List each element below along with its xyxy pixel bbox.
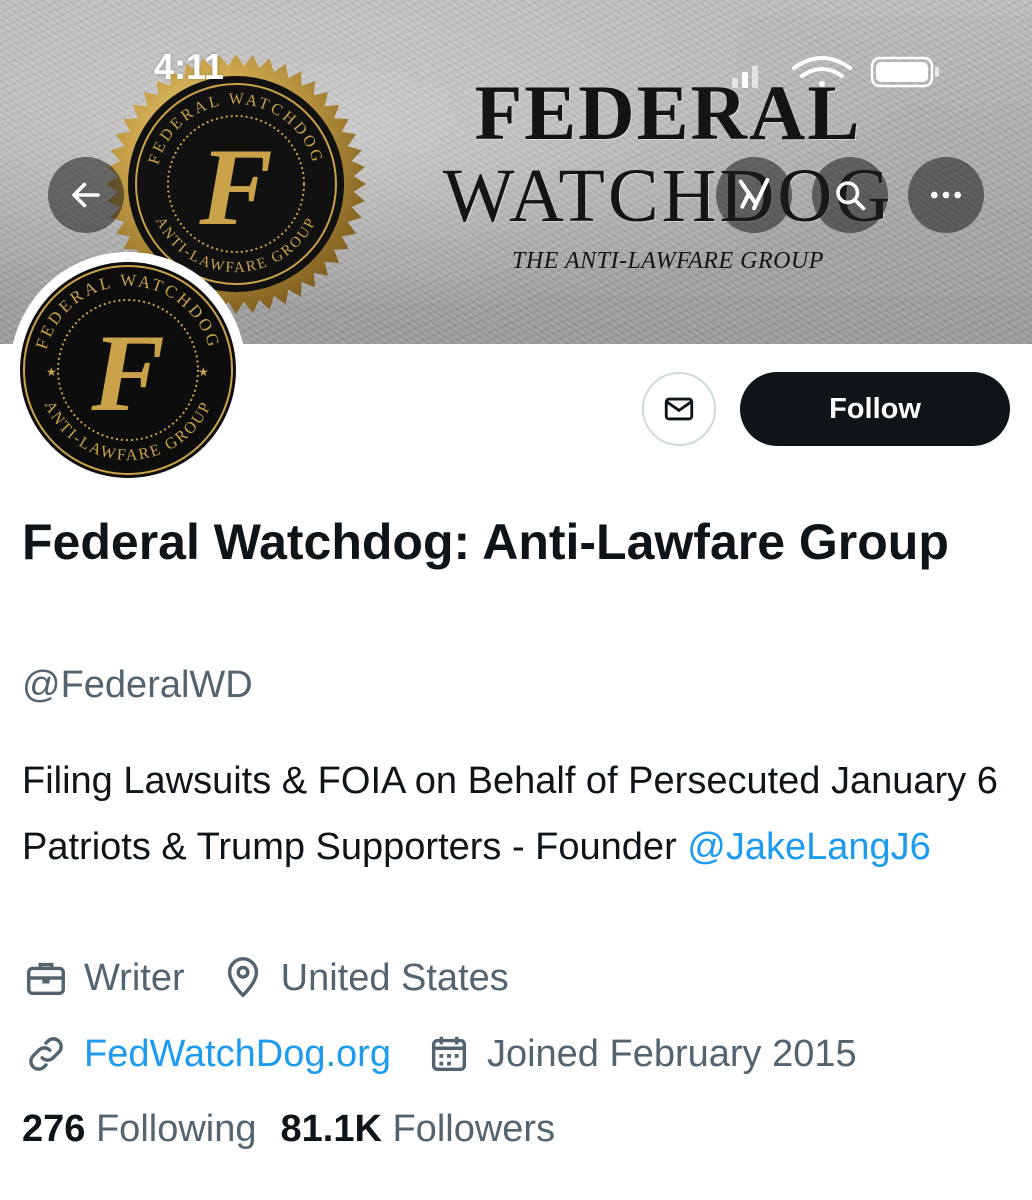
- more-button[interactable]: [908, 157, 984, 233]
- following-link[interactable]: 276 Following: [22, 1108, 257, 1150]
- envelope-icon: [664, 397, 694, 421]
- status-icons: [732, 56, 939, 88]
- wifi-icon: [792, 56, 852, 87]
- avatar[interactable]: FEDERAL WATCHDOG ANTI-LAWFARE GROUP ★ ★ …: [10, 252, 246, 488]
- followers-link[interactable]: 81.1K Followers: [281, 1108, 556, 1150]
- profile-meta-row-2: FedWatchDog.org Joined February 2015: [22, 1030, 857, 1078]
- follow-stats: 276 Following 81.1K Followers: [22, 1108, 555, 1151]
- following-count: 276: [22, 1108, 86, 1150]
- profile-meta-row-1: Writer United States: [22, 954, 509, 1002]
- svg-text:★: ★: [198, 365, 209, 379]
- profile-category: Writer: [84, 956, 185, 999]
- banner-seal-letter: F: [198, 126, 272, 248]
- banner-subtitle: THE ANTI-LAWFARE GROUP: [512, 248, 824, 274]
- bio-mention-link[interactable]: @JakeLangJ6: [687, 826, 931, 868]
- grok-icon: [738, 178, 770, 211]
- profile-joined-date: Joined February 2015: [486, 1032, 857, 1075]
- search-icon: [836, 181, 866, 211]
- back-button[interactable]: [48, 157, 124, 233]
- user-handle: @FederalWD: [22, 664, 253, 706]
- briefcase-icon: [22, 954, 70, 1002]
- calendar-icon: [425, 1030, 473, 1078]
- profile-website-link[interactable]: FedWatchDog.org: [84, 1033, 391, 1076]
- followers-count: 81.1K: [280, 1108, 382, 1150]
- profile-bio: Filing Lawsuits & FOIA on Behalf of Pers…: [22, 748, 1012, 880]
- arrow-left-icon: [72, 182, 100, 208]
- svg-text:★: ★: [46, 365, 57, 379]
- cellular-signal-icon: [732, 66, 758, 88]
- battery-icon: [870, 56, 939, 88]
- link-icon: [22, 1030, 70, 1078]
- profile-location: United States: [280, 956, 509, 999]
- message-button[interactable]: [642, 372, 716, 446]
- following-label: Following: [95, 1108, 257, 1150]
- grok-button[interactable]: [716, 157, 792, 233]
- display-name: Federal Watchdog: Anti-Lawfare Group: [22, 514, 949, 570]
- more-icon: [931, 191, 961, 199]
- followers-label: Followers: [392, 1108, 556, 1150]
- status-time: 4:11: [154, 46, 225, 87]
- location-pin-icon: [219, 954, 267, 1002]
- avatar-seal-logo: FEDERAL WATCHDOG ANTI-LAWFARE GROUP ★ ★ …: [20, 262, 236, 478]
- follow-button[interactable]: Follow: [740, 372, 1010, 446]
- avatar-seal-letter: F: [90, 312, 164, 434]
- search-button[interactable]: [812, 157, 888, 233]
